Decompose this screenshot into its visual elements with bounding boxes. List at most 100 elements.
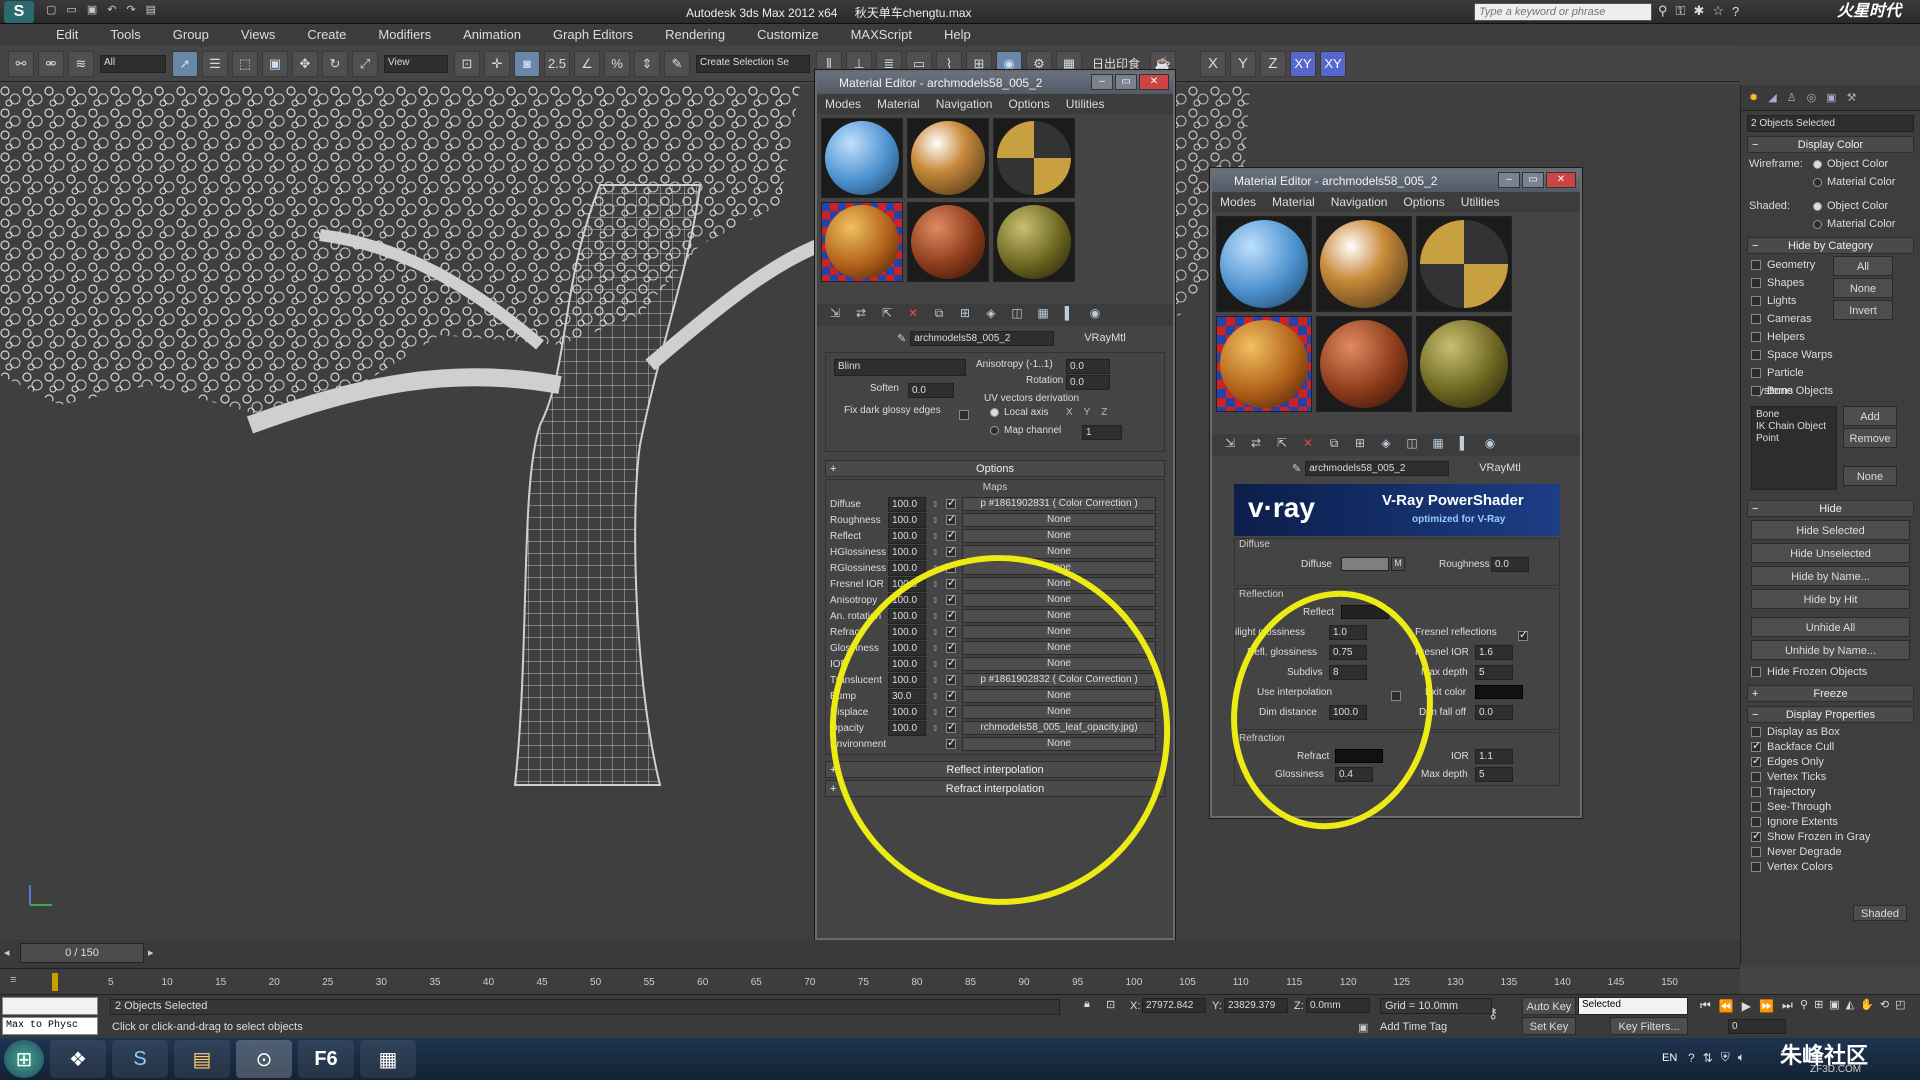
category-checkbox[interactable]: Lights <box>1741 292 1841 310</box>
remove-category-button[interactable]: Remove <box>1843 428 1897 448</box>
rectangular-selection-icon[interactable]: ⬚ <box>232 50 258 77</box>
make-unique-icon[interactable]: ⧉ <box>1324 436 1344 454</box>
go-to-end-icon[interactable]: ⏭ <box>1782 998 1793 1013</box>
reset-map-icon[interactable]: ✕ <box>903 306 923 324</box>
soften-field[interactable]: 0.0 <box>908 383 954 398</box>
sample-slot-2[interactable] <box>907 118 989 198</box>
display-property-checkbox[interactable]: Edges Only <box>1741 754 1920 770</box>
track-bar[interactable]: ≡ 5 10 15 20 25 30 35 40 45 50 55 60 65 70 75 80 85 90 95 1… <box>0 968 1740 994</box>
list-item[interactable]: Point <box>1756 433 1832 445</box>
taskbar-explorer[interactable]: ▤ <box>174 1040 230 1078</box>
axis-y-button[interactable]: Y <box>1230 50 1257 77</box>
me2-menu-navigation[interactable]: Navigation <box>1323 192 1396 212</box>
sample-slot-3[interactable] <box>1416 216 1512 312</box>
motion-tab-icon[interactable]: ◎ <box>1807 91 1817 104</box>
display-property-checkbox[interactable]: Trajectory <box>1741 785 1920 800</box>
wireframe-object-color-radio[interactable] <box>1813 159 1822 169</box>
diffuse-map-button[interactable]: M <box>1391 557 1405 571</box>
reference-coordinate-dropdown[interactable]: View <box>384 54 448 73</box>
map-enable-checkbox[interactable] <box>946 544 956 557</box>
sample-slot-4[interactable] <box>1216 316 1312 412</box>
sample-slot-2[interactable] <box>1316 216 1412 312</box>
pan-icon[interactable]: ✋ <box>1860 998 1874 1011</box>
display-tab-icon[interactable]: ▣ <box>1826 91 1836 104</box>
next-frame-icon[interactable]: ⏩ <box>1759 999 1774 1013</box>
named-selection-dropdown[interactable]: Create Selection Se <box>696 54 810 73</box>
unlink-icon[interactable]: ⚮ <box>38 50 64 77</box>
sample-slot-6[interactable] <box>993 202 1075 282</box>
percent-snap-icon[interactable]: % <box>604 50 630 77</box>
display-property-checkbox[interactable]: See-Through <box>1741 800 1920 815</box>
go-forward-sibling-icon[interactable]: ◉ <box>1085 306 1105 324</box>
me2-menu-modes[interactable]: Modes <box>1212 192 1264 212</box>
menu-animation[interactable]: Animation <box>447 24 537 46</box>
menu-group[interactable]: Group <box>157 24 225 46</box>
map-channel-radio[interactable]: Map channel <box>990 425 1061 436</box>
time-slider-left-arrow[interactable]: ◂ <box>4 946 10 959</box>
material-name-field[interactable]: archmodels58_005_2 <box>1305 460 1450 476</box>
map-slot-button[interactable]: None <box>962 513 1156 527</box>
link-icon[interactable]: ⚯ <box>8 50 34 77</box>
anisotropy-field[interactable]: 0.0 <box>1066 359 1110 374</box>
hierarchy-tab-icon[interactable]: ♙ <box>1787 91 1797 104</box>
window-crossing-icon[interactable]: ▣ <box>262 50 288 77</box>
hide-unselected-button[interactable]: Hide Unselected <box>1751 543 1910 563</box>
spinner-icon[interactable]: ⇕ <box>932 532 940 541</box>
maxscript-mini-listener[interactable]: Max to Physc <box>2 1017 98 1035</box>
category-checkbox[interactable]: Geometry <box>1741 256 1841 274</box>
orbit-icon[interactable]: ⟲ <box>1880 998 1889 1011</box>
display-property-checkbox[interactable]: Vertex Colors <box>1741 860 1920 875</box>
help-icon[interactable]: ? <box>1732 4 1739 19</box>
category-checkbox[interactable]: Bone Objects <box>1741 382 1841 400</box>
new-file-icon[interactable]: ▢ <box>46 3 56 16</box>
taskbar-app-1[interactable]: ❖ <box>50 1040 106 1078</box>
local-axis-radio[interactable]: Local axis <box>990 407 1048 418</box>
me2-menu-options[interactable]: Options <box>1395 192 1452 212</box>
shaded-material-color-radio[interactable]: Material Color <box>1741 215 1920 233</box>
roughness-field[interactable]: 0.0 <box>1491 557 1529 572</box>
map-amount-field[interactable]: 100.0 <box>888 512 926 528</box>
fresnel-reflections-checkbox[interactable] <box>1518 628 1528 642</box>
set-key-icon[interactable]: ⚷ <box>1488 1005 1498 1022</box>
snaps-toggle-icon[interactable]: 2.5 <box>544 50 570 77</box>
set-key-button[interactable]: Set Key <box>1522 1017 1576 1035</box>
move-icon[interactable]: ✥ <box>292 50 318 77</box>
axis-z-button[interactable]: Z <box>1260 50 1287 77</box>
get-material-icon[interactable]: ⇲ <box>825 306 845 324</box>
keyboard-shortcut-override-icon[interactable]: ◙ <box>514 50 540 77</box>
lock-selection-icon[interactable]: 🔒︎ <box>1084 998 1090 1011</box>
hold-icon[interactable]: ▤ <box>146 3 156 16</box>
show-shaded-icon[interactable]: ◫ <box>1402 436 1422 454</box>
selection-filter-dropdown[interactable]: All <box>100 54 166 73</box>
favorites-icon[interactable]: ☆ <box>1712 3 1724 19</box>
display-property-checkbox[interactable]: Never Degrade <box>1741 845 1920 860</box>
menu-views[interactable]: Views <box>225 24 291 46</box>
close-button[interactable]: ✕ <box>1139 74 1169 90</box>
menu-maxscript[interactable]: MAXScript <box>835 24 928 46</box>
category-checkbox[interactable]: Particle Systems <box>1741 364 1841 397</box>
ior-field[interactable]: 1.1 <box>1475 749 1513 764</box>
go-to-parent-icon[interactable]: ▌ <box>1454 436 1474 454</box>
display-property-checkbox[interactable]: Display as Box <box>1741 725 1920 740</box>
open-file-icon[interactable]: ▭ <box>66 3 76 16</box>
axis-xy-cycle-button[interactable]: XY <box>1320 50 1347 77</box>
material-name-field[interactable]: archmodels58_005_2 <box>910 330 1055 346</box>
unhide-all-button[interactable]: Unhide All <box>1751 617 1910 637</box>
help-tray-icon[interactable]: ? <box>1688 1051 1695 1065</box>
menu-rendering[interactable]: Rendering <box>649 24 741 46</box>
map-slot-button[interactable]: p #1861902831 ( Color Correction ) <box>962 497 1156 511</box>
field-of-view-icon[interactable]: ◭ <box>1846 998 1854 1011</box>
category-invert-button[interactable]: Invert <box>1833 300 1893 320</box>
material-id-icon[interactable]: ◈ <box>1376 436 1396 454</box>
map-channel-field[interactable]: 1 <box>1082 425 1122 440</box>
axis-x-button[interactable]: X <box>1200 50 1227 77</box>
display-property-checkbox[interactable]: Ignore Extents <box>1741 815 1920 830</box>
rotation-field[interactable]: 0.0 <box>1066 375 1110 390</box>
sample-slot-1[interactable] <box>1216 216 1312 312</box>
menu-modifiers[interactable]: Modifiers <box>362 24 447 46</box>
show-end-result-icon[interactable]: ▦ <box>1033 306 1053 324</box>
map-slot-button[interactable]: None <box>962 529 1156 543</box>
me1-menu-utilities[interactable]: Utilities <box>1058 94 1113 114</box>
time-slider-thumb[interactable]: 0 / 150 <box>20 943 144 963</box>
edit-named-selection-icon[interactable]: ✎ <box>664 50 690 77</box>
